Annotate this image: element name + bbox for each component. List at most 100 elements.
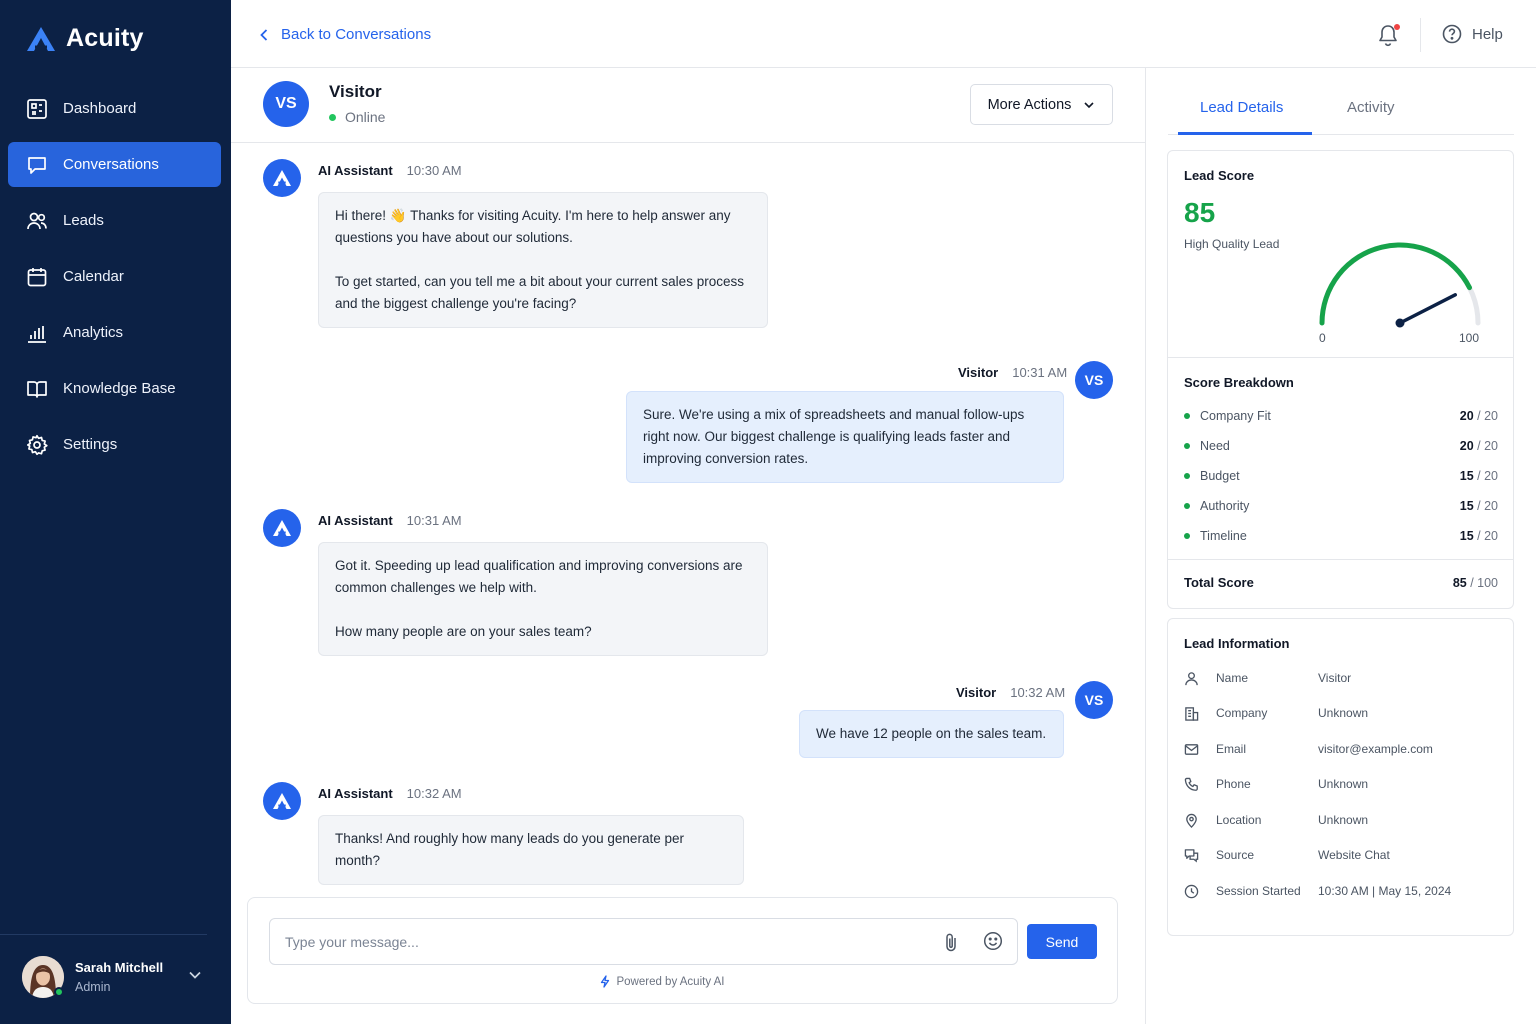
- breakdown-value: 20 / 20: [1459, 409, 1498, 423]
- sidebar-item-settings[interactable]: Settings: [8, 422, 221, 467]
- chevron-left-icon: [260, 28, 268, 41]
- phone-icon: [1184, 777, 1198, 791]
- notification-badge: [1394, 24, 1400, 30]
- gauge-fill: [1319, 242, 1472, 326]
- building-icon: [1185, 706, 1199, 721]
- lead-info-row: Company Unknown: [1184, 703, 1498, 723]
- total-score-row: Total Score 85 / 100: [1184, 575, 1498, 590]
- lead-info-value: Unknown: [1318, 813, 1369, 827]
- online-dot: [329, 113, 336, 121]
- gauge-pivot: [1395, 318, 1405, 328]
- total-score-label: Total Score: [1184, 575, 1254, 590]
- breakdown-dot: [1184, 473, 1190, 479]
- message-time: 10:30 AM: [406, 163, 462, 178]
- online-indicator: [54, 987, 64, 997]
- message-meta: AI Assistant 10:31 AM: [318, 513, 462, 528]
- sidebar-item-leads[interactable]: Leads: [8, 198, 221, 243]
- user-profile[interactable]: Sarah Mitchell Admin: [0, 934, 231, 1024]
- breakdown-dot: [1184, 503, 1190, 509]
- lead-info-key: Company: [1216, 706, 1268, 720]
- lead-info-row: Session Started 10:30 AM | May 15, 2024: [1184, 881, 1498, 901]
- back-label: Back to Conversations: [281, 26, 432, 43]
- breakdown-label: Budget: [1200, 469, 1240, 483]
- lead-info-value: visitor@example.com: [1318, 742, 1433, 756]
- message-sender: AI Assistant: [318, 786, 393, 801]
- message-bubble: Hi there! 👋 Thanks for visiting Acuity. …: [318, 192, 768, 328]
- breakdown-value: 15 / 20: [1459, 499, 1498, 513]
- breakdown-label: Need: [1200, 439, 1230, 453]
- lead-info-row: Phone Unknown: [1184, 774, 1498, 794]
- message-sender: AI Assistant: [318, 513, 393, 528]
- lead-score-value: 85: [1184, 197, 1216, 228]
- status-text: Online: [345, 109, 386, 125]
- send-button[interactable]: Send: [1027, 924, 1097, 959]
- breakdown-value: 20 / 20: [1459, 439, 1498, 453]
- breakdown-dot: [1184, 443, 1190, 449]
- sidebar-item-knowledge-base[interactable]: Knowledge Base: [8, 366, 221, 411]
- visitor-name: Visitor: [329, 82, 382, 101]
- lead-info-value: Unknown: [1318, 777, 1369, 791]
- message-meta: Visitor 10:32 AM: [956, 685, 1065, 700]
- chevron-down-icon[interactable]: [188, 970, 202, 980]
- lead-info-key: Session Started: [1216, 884, 1301, 898]
- users-icon: [27, 212, 47, 229]
- sidebar-item-label: Analytics: [63, 324, 124, 341]
- chat-icon: [1184, 848, 1199, 862]
- lead-info-key: Source: [1216, 848, 1255, 862]
- breakdown-row: Need 20 / 20: [1184, 436, 1498, 456]
- ai-assistant-avatar: [263, 509, 301, 547]
- tab-lead-details[interactable]: Lead Details: [1200, 99, 1283, 116]
- tab-activity[interactable]: Activity: [1347, 99, 1395, 116]
- more-actions-button[interactable]: More Actions: [970, 84, 1113, 125]
- acuity-logo-icon: [273, 793, 291, 809]
- breakdown-dot: [1184, 533, 1190, 539]
- lead-information-card: Lead Information Name Visitor Company Un…: [1167, 618, 1514, 936]
- sidebar-item-conversations[interactable]: Conversations: [8, 142, 221, 187]
- message-text: Got it. Speeding up lead qualification a…: [335, 558, 743, 595]
- brand[interactable]: Acuity: [26, 24, 144, 53]
- back-to-conversations-link[interactable]: Back to Conversations: [259, 26, 431, 43]
- sidebar-item-calendar[interactable]: Calendar: [8, 254, 221, 299]
- gauge-max-label: 100: [1459, 331, 1480, 345]
- breakdown-label: Timeline: [1200, 529, 1247, 543]
- message-input[interactable]: [269, 918, 1018, 965]
- map-pin-icon: [1186, 813, 1197, 828]
- acuity-logo-icon: [273, 170, 291, 186]
- clock-icon: [1184, 884, 1199, 898]
- help-button[interactable]: Help: [1442, 24, 1503, 44]
- chat-panel: VS Visitor Online More Actions AI Assist…: [231, 68, 1146, 1024]
- emoji-icon[interactable]: [983, 931, 1003, 951]
- gauge-track: [1319, 242, 1481, 326]
- sidebar-item-label: Leads: [63, 212, 104, 229]
- lead-score-label: High Quality Lead: [1184, 237, 1280, 251]
- card-divider: [1168, 357, 1513, 358]
- powered-by: Powered by Acuity AI: [248, 975, 1077, 988]
- paperclip-icon[interactable]: [944, 932, 958, 952]
- lead-info-row: Location Unknown: [1184, 810, 1498, 830]
- lead-info-value: Visitor: [1318, 671, 1352, 685]
- lead-info-value: Unknown: [1318, 706, 1369, 720]
- breakdown-label: Authority: [1200, 499, 1250, 513]
- message-time: 10:32 AM: [406, 786, 462, 801]
- gear-icon: [26, 434, 48, 455]
- breakdown-value: 15 / 20: [1459, 469, 1498, 483]
- acuity-logo-icon: [273, 520, 291, 536]
- chat-header: VS Visitor Online More Actions: [231, 68, 1146, 143]
- breakdown-dot: [1184, 413, 1190, 419]
- chevron-down-icon: [1084, 101, 1094, 108]
- lead-info-value: 10:30 AM | May 15, 2024: [1318, 884, 1452, 898]
- message-sender: Visitor: [956, 685, 997, 700]
- user-icon: [1185, 671, 1198, 685]
- visitor-status: Online: [329, 109, 385, 125]
- message-bubble: Thanks! And roughly how many leads do yo…: [318, 815, 744, 885]
- message-bubble: Sure. We're using a mix of spreadsheets …: [626, 391, 1064, 483]
- sidebar-item-dashboard[interactable]: Dashboard: [8, 86, 221, 131]
- sidebar-item-analytics[interactable]: Analytics: [8, 310, 221, 355]
- lead-info-key: Email: [1216, 742, 1247, 756]
- bar-chart-icon: [28, 325, 46, 343]
- topbar-divider: [1420, 18, 1421, 52]
- breakdown-row: Authority 15 / 20: [1184, 496, 1498, 516]
- sidebar-nav: Dashboard Conversations Leads Calendar A…: [8, 86, 221, 478]
- sidebar-item-label: Conversations: [63, 156, 159, 173]
- lead-info-key: Phone: [1216, 777, 1251, 791]
